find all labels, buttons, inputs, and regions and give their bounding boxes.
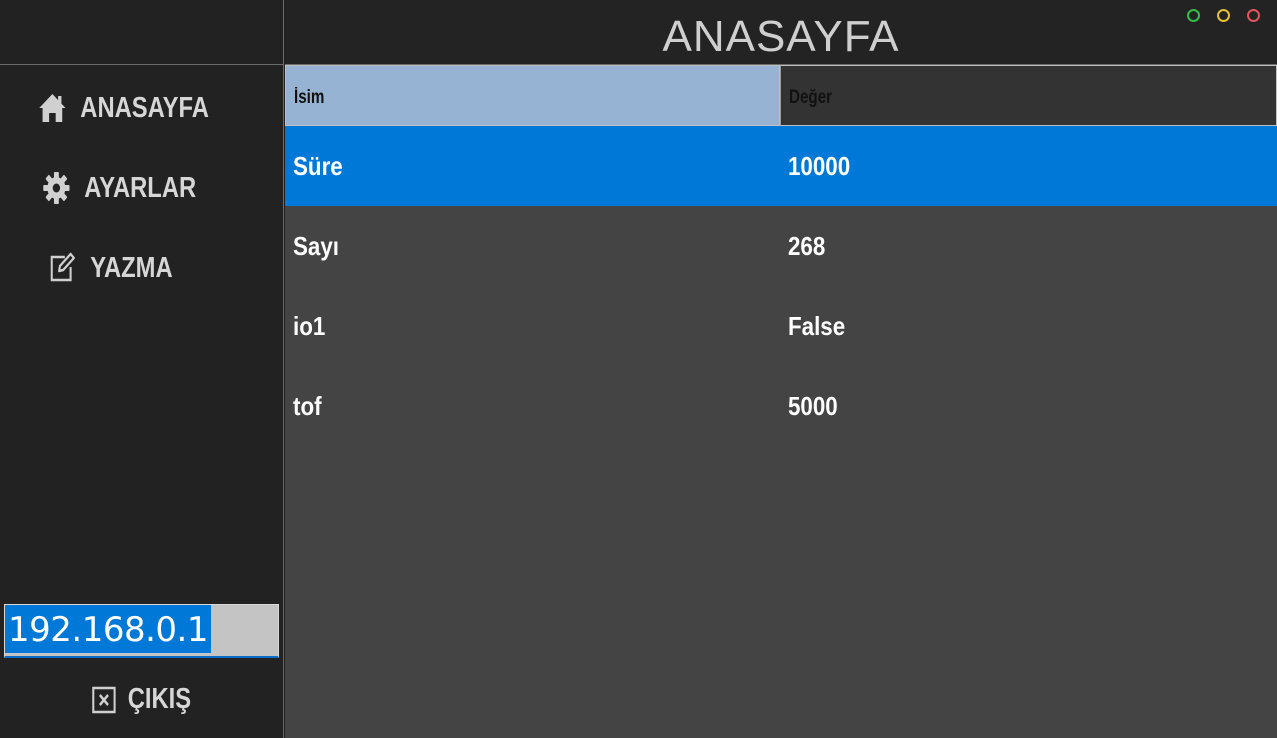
close-box-icon xyxy=(90,685,118,715)
column-header-deger[interactable]: Değer xyxy=(780,65,1277,126)
brand-area xyxy=(0,0,284,65)
column-header-isim[interactable]: İsim xyxy=(285,65,780,126)
cell-value: False xyxy=(788,311,846,341)
cell-value: 5000 xyxy=(788,391,838,421)
close-button[interactable] xyxy=(1247,9,1260,22)
cell-name: io1 xyxy=(293,311,326,341)
table-row[interactable]: Sayı 268 xyxy=(285,206,1277,286)
title-bar: ANASAYFA xyxy=(285,0,1277,65)
minimize-button[interactable] xyxy=(1217,9,1230,22)
cell-name: Süre xyxy=(293,151,343,181)
ip-address-value: 192.168.0.1 xyxy=(5,605,211,653)
sidebar-item-anasayfa[interactable]: ANASAYFA xyxy=(36,91,209,125)
cell-name: Sayı xyxy=(293,231,340,261)
edit-icon xyxy=(46,251,79,285)
table-row[interactable]: Süre 10000 xyxy=(285,126,1277,206)
table-row[interactable]: tof 5000 xyxy=(285,366,1277,446)
data-grid[interactable]: İsim Değer Süre 10000 Sayı 268 io1 False… xyxy=(285,65,1277,738)
sidebar-item-ayarlar[interactable]: AYARLAR xyxy=(40,171,196,205)
sidebar-item-yazma[interactable]: YAZMA xyxy=(46,251,173,285)
ip-address-input[interactable]: 192.168.0.1 xyxy=(4,604,279,658)
sidebar-item-label: AYARLAR xyxy=(84,171,197,204)
cell-name: tof xyxy=(293,391,322,421)
logout-button[interactable]: ÇIKIŞ xyxy=(90,683,191,716)
sidebar: ANASAYFA AYARLAR YAZMA 192.168.0.1 ÇIKIŞ xyxy=(0,65,284,738)
grid-header: İsim Değer xyxy=(285,65,1277,126)
cell-value: 10000 xyxy=(788,151,851,181)
cell-value: 268 xyxy=(788,231,826,261)
page-title: ANASAYFA xyxy=(662,12,900,61)
logout-label: ÇIKIŞ xyxy=(127,683,192,715)
sidebar-item-label: YAZMA xyxy=(90,251,173,284)
table-row[interactable]: io1 False xyxy=(285,286,1277,366)
sidebar-item-label: ANASAYFA xyxy=(80,91,209,124)
home-icon xyxy=(36,91,69,125)
gear-icon xyxy=(40,171,73,205)
app-window: ANASAYFA ANASAYFA AYARLAR YAZMA 192.168.… xyxy=(0,0,1277,738)
maximize-button[interactable] xyxy=(1187,9,1200,22)
